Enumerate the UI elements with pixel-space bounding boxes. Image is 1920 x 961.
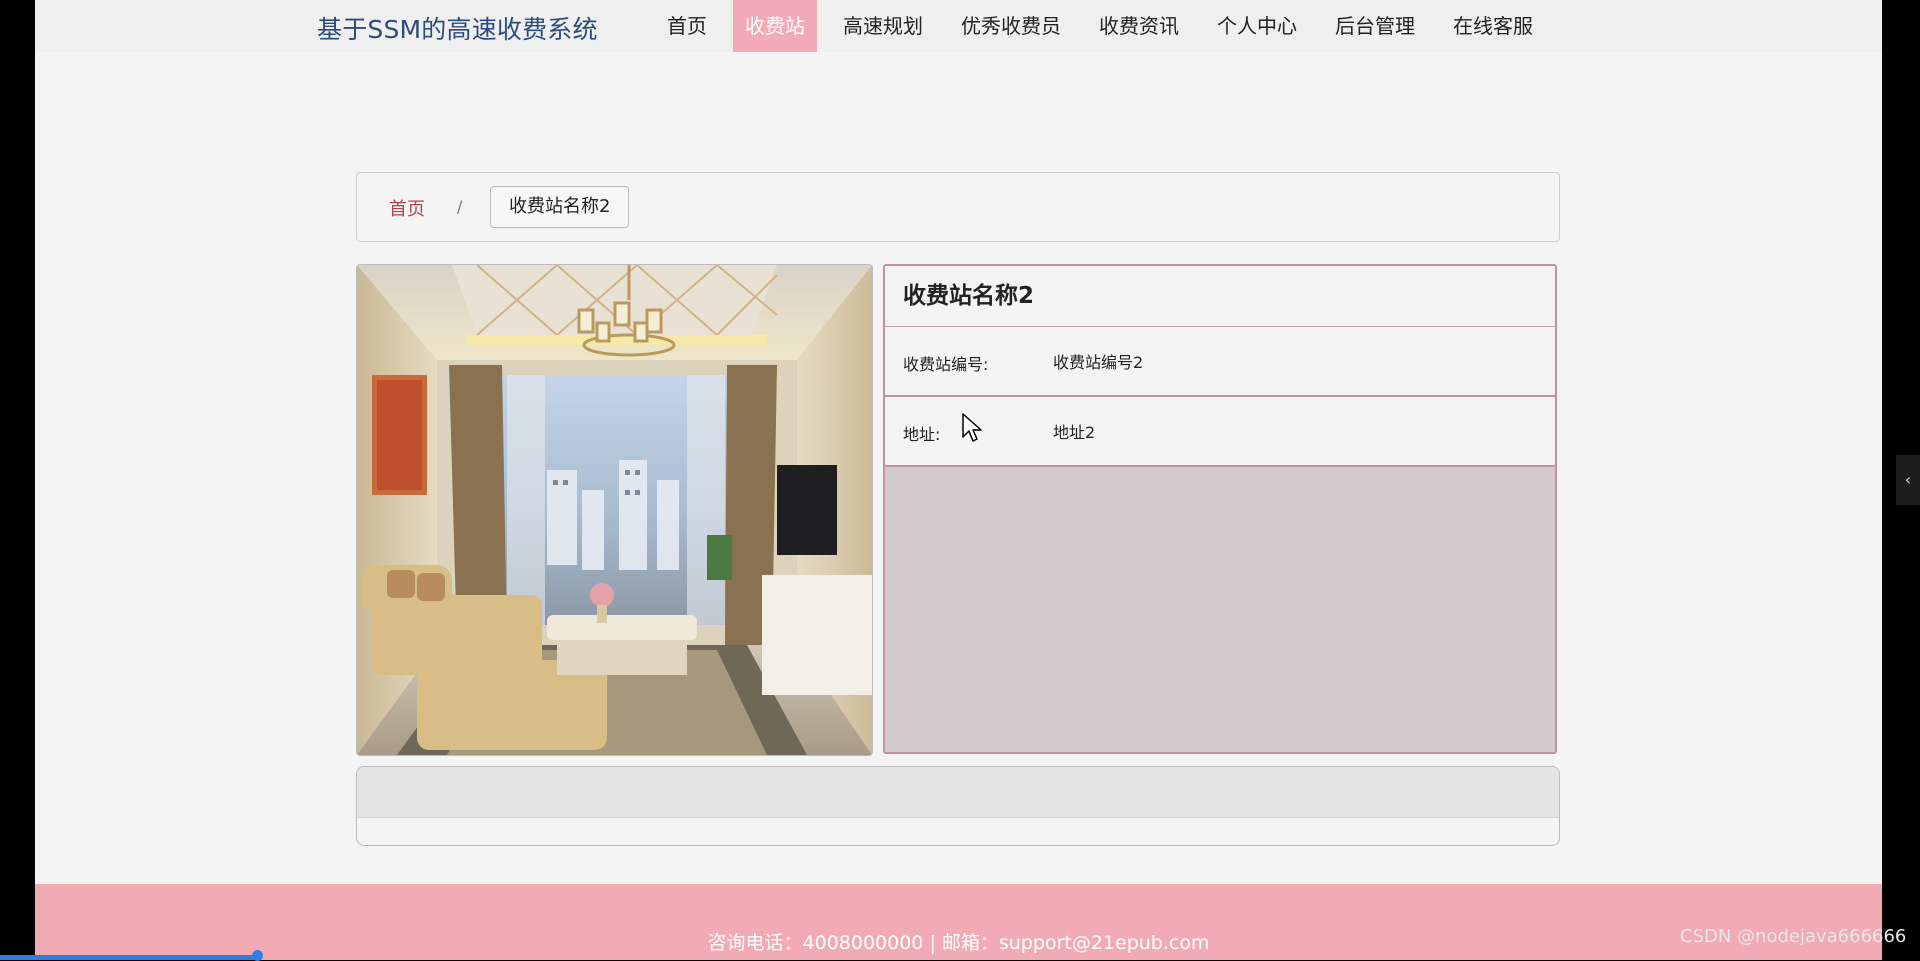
menu-item-toll-news[interactable]: 收费资讯 — [1087, 0, 1191, 52]
detail-row-address: 地址: 地址2 — [885, 397, 1555, 467]
video-progress-handle[interactable] — [252, 950, 263, 961]
menu-item-home[interactable]: 首页 — [655, 0, 719, 52]
breadcrumb-current: 收费站名称2 — [490, 186, 630, 228]
station-number-label: 收费站编号: — [903, 355, 989, 374]
comment-box — [356, 766, 1560, 846]
detail-row-station-number: 收费站编号: 收费站编号2 — [885, 327, 1555, 397]
footer-contact: 咨询电话：4008000000 | 邮箱：support@21epub.com — [707, 932, 1210, 954]
breadcrumb: 首页 / 收费站名称2 — [356, 172, 1560, 242]
address-label: 地址: — [903, 425, 941, 444]
mouse-cursor-icon — [962, 413, 982, 442]
living-room-photo-icon — [357, 265, 872, 755]
menu-item-personal-center[interactable]: 个人中心 — [1205, 0, 1309, 52]
breadcrumb-separator: / — [457, 197, 463, 216]
station-number-value: 收费站编号2 — [1053, 353, 1144, 372]
site-brand[interactable]: 基于SSM的高速收费系统 — [317, 10, 598, 46]
browser-viewport: 基于SSM的高速收费系统 首页 收费站 高速规划 优秀收费员 收费资讯 个人中心… — [35, 0, 1882, 960]
comment-box-header — [357, 767, 1559, 818]
footer: 咨询电话：4008000000 | 邮箱：support@21epub.com — [35, 884, 1882, 960]
menu-item-toll-station[interactable]: 收费站 — [733, 0, 817, 52]
toll-station-detail-panel: 收费站名称2 收费站编号: 收费站编号2 地址: 地址2 — [883, 264, 1557, 754]
watermark: CSDN @nodejava666666 — [1680, 926, 1907, 947]
side-panel-toggle[interactable]: ‹ — [1896, 455, 1920, 505]
address-value: 地址2 — [1053, 423, 1096, 442]
menu-item-excellent-collectors[interactable]: 优秀收费员 — [949, 0, 1073, 52]
toll-station-photo — [356, 264, 873, 756]
top-navigation: 基于SSM的高速收费系统 首页 收费站 高速规划 优秀收费员 收费资讯 个人中心… — [35, 0, 1882, 52]
menu-item-online-service[interactable]: 在线客服 — [1441, 0, 1545, 52]
menu-item-admin[interactable]: 后台管理 — [1323, 0, 1427, 52]
detail-title: 收费站名称2 — [885, 266, 1555, 327]
video-progress-bar[interactable] — [0, 955, 260, 960]
main-menu: 首页 收费站 高速规划 优秀收费员 收费资讯 个人中心 后台管理 在线客服 — [655, 0, 1559, 52]
menu-item-highway-planning[interactable]: 高速规划 — [831, 0, 935, 52]
breadcrumb-home-link[interactable]: 首页 — [389, 195, 425, 221]
